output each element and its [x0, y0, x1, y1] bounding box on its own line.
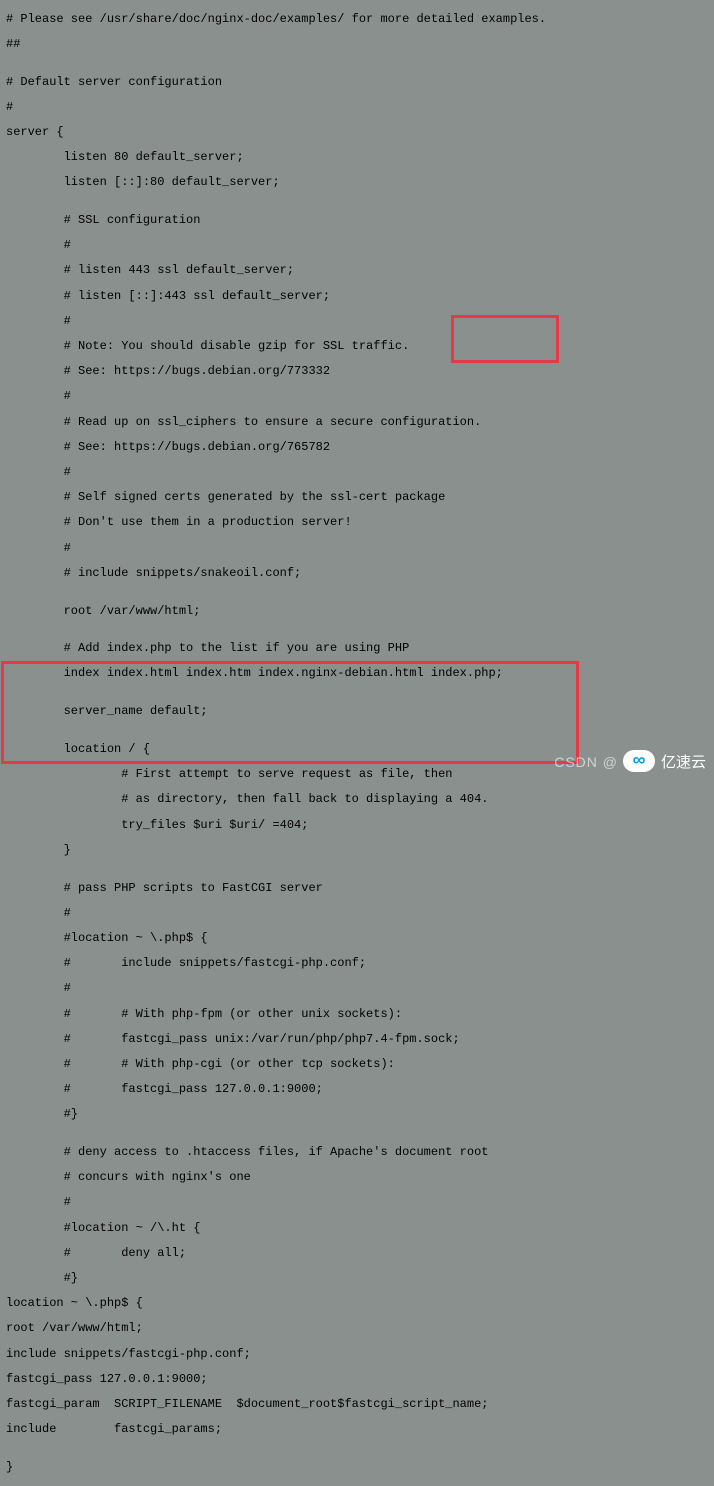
code-line: # Read up on ssl_ciphers to ensure a sec… — [6, 416, 708, 429]
code-line: fastcgi_param SCRIPT_FILENAME $document_… — [6, 1398, 708, 1411]
code-line: # — [6, 982, 708, 995]
brand-watermark: 亿速云 — [623, 750, 706, 772]
code-line: # Self signed certs generated by the ssl… — [6, 491, 708, 504]
code-line: # include snippets/snakeoil.conf; — [6, 567, 708, 580]
code-line: # — [6, 1196, 708, 1209]
code-line: # SSL configuration — [6, 214, 708, 227]
code-line: include snippets/fastcgi-php.conf; — [6, 1348, 708, 1361]
code-line: fastcgi_pass 127.0.0.1:9000; — [6, 1373, 708, 1386]
code-line: # Note: You should disable gzip for SSL … — [6, 340, 708, 353]
code-line: # See: https://bugs.debian.org/765782 — [6, 441, 708, 454]
code-line: #} — [6, 1272, 708, 1285]
code-line: # fastcgi_pass unix:/var/run/php/php7.4-… — [6, 1033, 708, 1046]
code-line: # concurs with nginx's one — [6, 1171, 708, 1184]
code-line: # pass PHP scripts to FastCGI server — [6, 882, 708, 895]
code-line: # Add index.php to the list if you are u… — [6, 642, 708, 655]
code-line: } — [6, 844, 708, 857]
code-line: root /var/www/html; — [6, 605, 708, 618]
code-line: # listen 443 ssl default_server; — [6, 264, 708, 277]
code-line: # — [6, 390, 708, 403]
code-line: # deny access to .htaccess files, if Apa… — [6, 1146, 708, 1159]
code-line: listen [::]:80 default_server; — [6, 176, 708, 189]
code-line: # See: https://bugs.debian.org/773332 — [6, 365, 708, 378]
code-line: # — [6, 239, 708, 252]
code-line: # — [6, 466, 708, 479]
code-line: # Please see /usr/share/doc/nginx-doc/ex… — [6, 13, 708, 26]
code-line: } — [6, 1461, 708, 1474]
config-file-editor: # Please see /usr/share/doc/nginx-doc/ex… — [0, 0, 714, 1486]
code-line: # — [6, 542, 708, 555]
code-line: # — [6, 101, 708, 114]
code-line: index index.html index.htm index.nginx-d… — [6, 667, 708, 680]
code-line: server_name default; — [6, 705, 708, 718]
code-line: # Default server configuration — [6, 76, 708, 89]
code-line: # include snippets/fastcgi-php.conf; — [6, 957, 708, 970]
code-line: #location ~ /\.ht { — [6, 1222, 708, 1235]
brand-text: 亿速云 — [661, 751, 706, 772]
code-line: # # With php-fpm (or other unix sockets)… — [6, 1008, 708, 1021]
code-line: # deny all; — [6, 1247, 708, 1260]
code-line: listen 80 default_server; — [6, 151, 708, 164]
code-line: location ~ \.php$ { — [6, 1297, 708, 1310]
cloud-icon — [623, 750, 655, 772]
code-line: #location ~ \.php$ { — [6, 932, 708, 945]
code-line: root /var/www/html; — [6, 1322, 708, 1335]
code-line: # Don't use them in a production server! — [6, 516, 708, 529]
code-line: # # With php-cgi (or other tcp sockets): — [6, 1058, 708, 1071]
code-line: try_files $uri $uri/ =404; — [6, 819, 708, 832]
code-line: # — [6, 315, 708, 328]
code-line: ## — [6, 38, 708, 51]
code-line: # fastcgi_pass 127.0.0.1:9000; — [6, 1083, 708, 1096]
code-line: include fastcgi_params; — [6, 1423, 708, 1436]
code-line: # — [6, 907, 708, 920]
code-line: # First attempt to serve request as file… — [6, 768, 708, 781]
code-line: #} — [6, 1108, 708, 1121]
code-line: # listen [::]:443 ssl default_server; — [6, 290, 708, 303]
code-line: server { — [6, 126, 708, 139]
csdn-watermark: CSDN @ — [554, 754, 618, 770]
